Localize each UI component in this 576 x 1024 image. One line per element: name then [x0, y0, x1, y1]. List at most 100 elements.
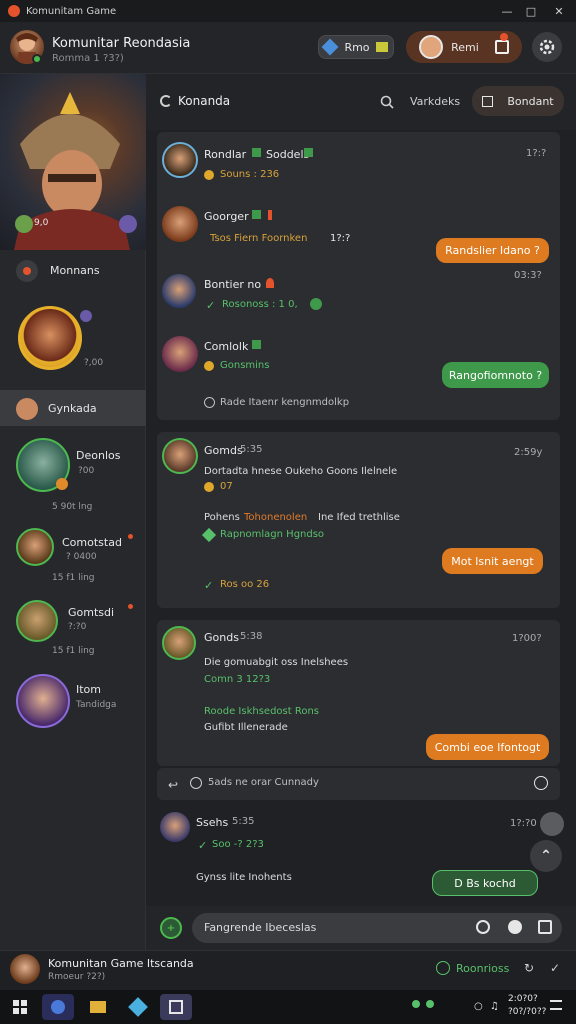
message-avatar[interactable]	[162, 206, 198, 242]
message-avatar[interactable]	[160, 812, 190, 842]
clock-date[interactable]: ?0?/?0??	[508, 1007, 546, 1017]
message-meta: 5:38	[240, 631, 263, 642]
message-author: Gonds	[204, 631, 239, 644]
member-name: Gomtsdi	[68, 606, 115, 619]
gallery-icon[interactable]	[538, 920, 552, 934]
member-name: Itom	[76, 683, 102, 696]
outgoing-bubble[interactable]: D Bs kochd	[432, 870, 538, 896]
footer-title: Komunitan Game Itscanda	[48, 957, 194, 970]
message-avatar[interactable]	[162, 142, 198, 178]
user-name: Remi	[451, 40, 479, 54]
outgoing-bubble[interactable]: Rangofiomnoto ?	[442, 362, 549, 388]
header-title: Komunitar Reondasia	[52, 36, 191, 51]
folder-icon[interactable]	[82, 994, 114, 1020]
settings-gear-icon[interactable]	[532, 32, 562, 62]
header-subtitle: Romma 1 ?3?)	[52, 53, 124, 64]
status-dot-icon	[56, 478, 68, 490]
tray-icon[interactable]	[426, 1000, 434, 1008]
refresh-icon[interactable]	[160, 95, 172, 107]
check-icon: ✓	[198, 839, 208, 852]
message-line: Gynss lite Inohents	[196, 872, 292, 883]
member-sub: 5 90t lng	[52, 502, 93, 512]
bubble-time: 03:3?	[514, 270, 542, 281]
featured-member-avatar[interactable]	[18, 306, 82, 370]
small-avatar[interactable]	[540, 812, 564, 836]
message-line: Rosonoss : 1 0,	[222, 299, 298, 310]
network-icon[interactable]: ○	[474, 1001, 483, 1012]
message-author: Bontier no	[204, 278, 262, 291]
footer-subtitle: Rmoeur ?2?)	[48, 972, 106, 982]
status-label[interactable]: Roonrioss	[456, 962, 509, 975]
member-avatar[interactable]	[16, 674, 70, 728]
refresh-icon[interactable]: ↻	[524, 961, 534, 975]
message-author: Rondlar	[204, 148, 247, 161]
attach-icon[interactable]: +	[160, 917, 182, 939]
rewards-pill[interactable]: Rmo	[318, 35, 394, 59]
notifications-icon[interactable]	[550, 1000, 562, 1010]
check-icon: ✓	[204, 579, 214, 592]
app-logo-icon	[8, 5, 20, 17]
message-line: Roode Iskhsedost Rons	[204, 706, 320, 717]
emoji-icon[interactable]	[534, 776, 548, 790]
message-avatar[interactable]	[162, 274, 196, 308]
outgoing-bubble[interactable]: Randslier Idano ?	[436, 238, 549, 263]
featured-member-value: ?,00	[84, 358, 104, 368]
game-app-icon[interactable]	[160, 994, 192, 1020]
member-name: Deonlos	[76, 449, 121, 462]
member-meta: Tandidga	[76, 700, 117, 710]
coin-icon	[204, 170, 214, 180]
outgoing-bubble[interactable]: Mot lsnit aengt	[442, 548, 543, 574]
message-meta: 5:35	[240, 444, 263, 455]
hero-value: 9,0	[34, 218, 49, 228]
search-label[interactable]: Varkdeks	[410, 95, 460, 108]
member-avatar[interactable]	[16, 528, 54, 566]
store-icon[interactable]	[122, 994, 154, 1020]
search-icon[interactable]	[380, 95, 394, 109]
member-name: Comotstad	[62, 536, 122, 549]
member-meta: ? 0400	[66, 552, 97, 562]
member-meta: ?00	[78, 466, 95, 476]
message-line-value: 1?:?	[330, 233, 351, 244]
flag-icon	[268, 210, 272, 220]
gem-icon	[321, 38, 339, 56]
badge-icon	[80, 310, 92, 322]
sidebar-section-label[interactable]: Monnans	[50, 264, 100, 277]
verified-icon	[252, 340, 261, 349]
coin-icon	[204, 482, 214, 492]
message-author: Comlolk	[204, 340, 249, 353]
message-line: Dortadta hnese Oukeho Goons Ilelnele	[204, 466, 398, 477]
message-avatar[interactable]	[162, 438, 198, 474]
start-icon[interactable]	[4, 994, 36, 1020]
footer-avatar[interactable]	[10, 954, 40, 984]
outgoing-bubble[interactable]: Combi eoe Ifontogt	[426, 734, 549, 760]
chat-title: Konanda	[178, 94, 231, 108]
message-time: 1?00?	[512, 633, 542, 644]
member-sub: 15 f1 ling	[52, 646, 95, 656]
message-time: 2:59y	[514, 447, 543, 458]
verified-icon	[252, 148, 261, 157]
member-avatar[interactable]	[16, 600, 58, 642]
message-avatar[interactable]	[162, 626, 196, 660]
browser-icon[interactable]	[42, 994, 74, 1020]
clock-time[interactable]: 2:0?0?	[508, 994, 538, 1004]
action-button-label: Bondant	[507, 94, 554, 108]
emoji-icon[interactable]	[476, 920, 490, 934]
tray-icon[interactable]	[412, 1000, 420, 1008]
message-line: Tsos Fiern Foornken	[210, 233, 308, 244]
message-badge: Soddels	[266, 148, 310, 161]
info-icon	[204, 397, 215, 408]
active-item-label: Gynkada	[48, 402, 97, 415]
hero-banner[interactable]	[0, 74, 146, 250]
volume-icon[interactable]: ♫	[490, 1001, 499, 1012]
message-line: Gufibt Illenerade	[204, 722, 288, 733]
checkmark-icon[interactable]: ✓	[550, 961, 560, 975]
action-button[interactable]: Bondant	[472, 86, 564, 116]
message-avatar[interactable]	[162, 336, 198, 372]
message-meta: 5:35	[232, 816, 255, 827]
scroll-up-button[interactable]: ⌃	[530, 840, 562, 872]
message-author: Goorger	[204, 210, 249, 223]
sticker-icon[interactable]	[508, 920, 522, 934]
message-line: Die gomuabgit oss Inelshees	[204, 657, 349, 668]
message-time: 1?:?0	[510, 818, 537, 829]
close-button[interactable]: ✕	[542, 0, 576, 22]
